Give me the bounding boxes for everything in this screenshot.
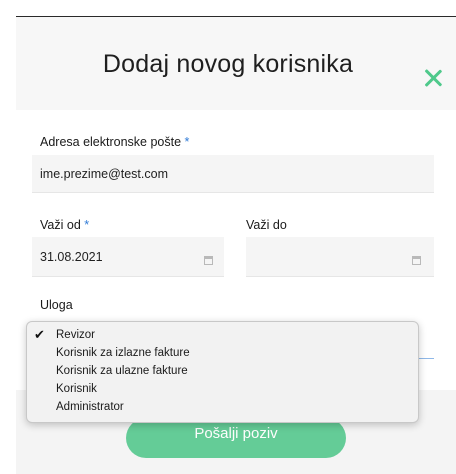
role-option-label: Administrator	[56, 401, 124, 413]
valid-from-value: 31.08.2021	[40, 249, 103, 264]
email-value: ime.prezime@test.com	[40, 166, 168, 181]
calendar-icon[interactable]	[412, 256, 421, 265]
role-option-label: Korisnik za ulazne fakture	[56, 365, 188, 377]
valid-from-label: Važi od *	[40, 218, 89, 232]
role-option-incoming[interactable]: Korisnik za ulazne fakture	[56, 363, 188, 379]
role-option-revizor[interactable]: ✔ Revizor	[34, 327, 95, 343]
modal-title: Dodaj novog korisnika	[102, 50, 354, 78]
role-dropdown-menu: ✔ Revizor Korisnik za izlazne fakture Ko…	[26, 321, 419, 423]
valid-to-field[interactable]	[246, 237, 434, 277]
role-option-label: Revizor	[56, 329, 95, 341]
role-option-label: Korisnik za izlazne fakture	[56, 347, 190, 359]
valid-from-field[interactable]: 31.08.2021	[32, 237, 224, 277]
role-option-admin[interactable]: Administrator	[56, 399, 124, 415]
role-option-outgoing[interactable]: Korisnik za izlazne fakture	[56, 345, 190, 361]
email-field[interactable]: ime.prezime@test.com	[32, 155, 434, 193]
role-option-user[interactable]: Korisnik	[56, 381, 97, 397]
role-option-label: Korisnik	[56, 383, 97, 395]
checkmark-icon: ✔	[34, 327, 45, 342]
close-icon[interactable]	[420, 65, 446, 91]
valid-from-label-text: Važi od	[40, 218, 81, 232]
send-invite-label: Pošalji poziv	[194, 424, 278, 442]
email-required-mark: *	[184, 135, 190, 149]
valid-from-required-mark: *	[84, 218, 90, 232]
email-label-text: Adresa elektronske pošte	[40, 135, 182, 149]
valid-to-label: Važi do	[246, 218, 287, 232]
calendar-icon[interactable]	[204, 256, 213, 265]
send-invite-button[interactable]: Pošalji poziv	[126, 418, 346, 458]
role-label: Uloga	[40, 298, 73, 312]
email-label: Adresa elektronske pošte *	[40, 135, 189, 149]
valid-to-label-text: Važi do	[246, 218, 287, 232]
